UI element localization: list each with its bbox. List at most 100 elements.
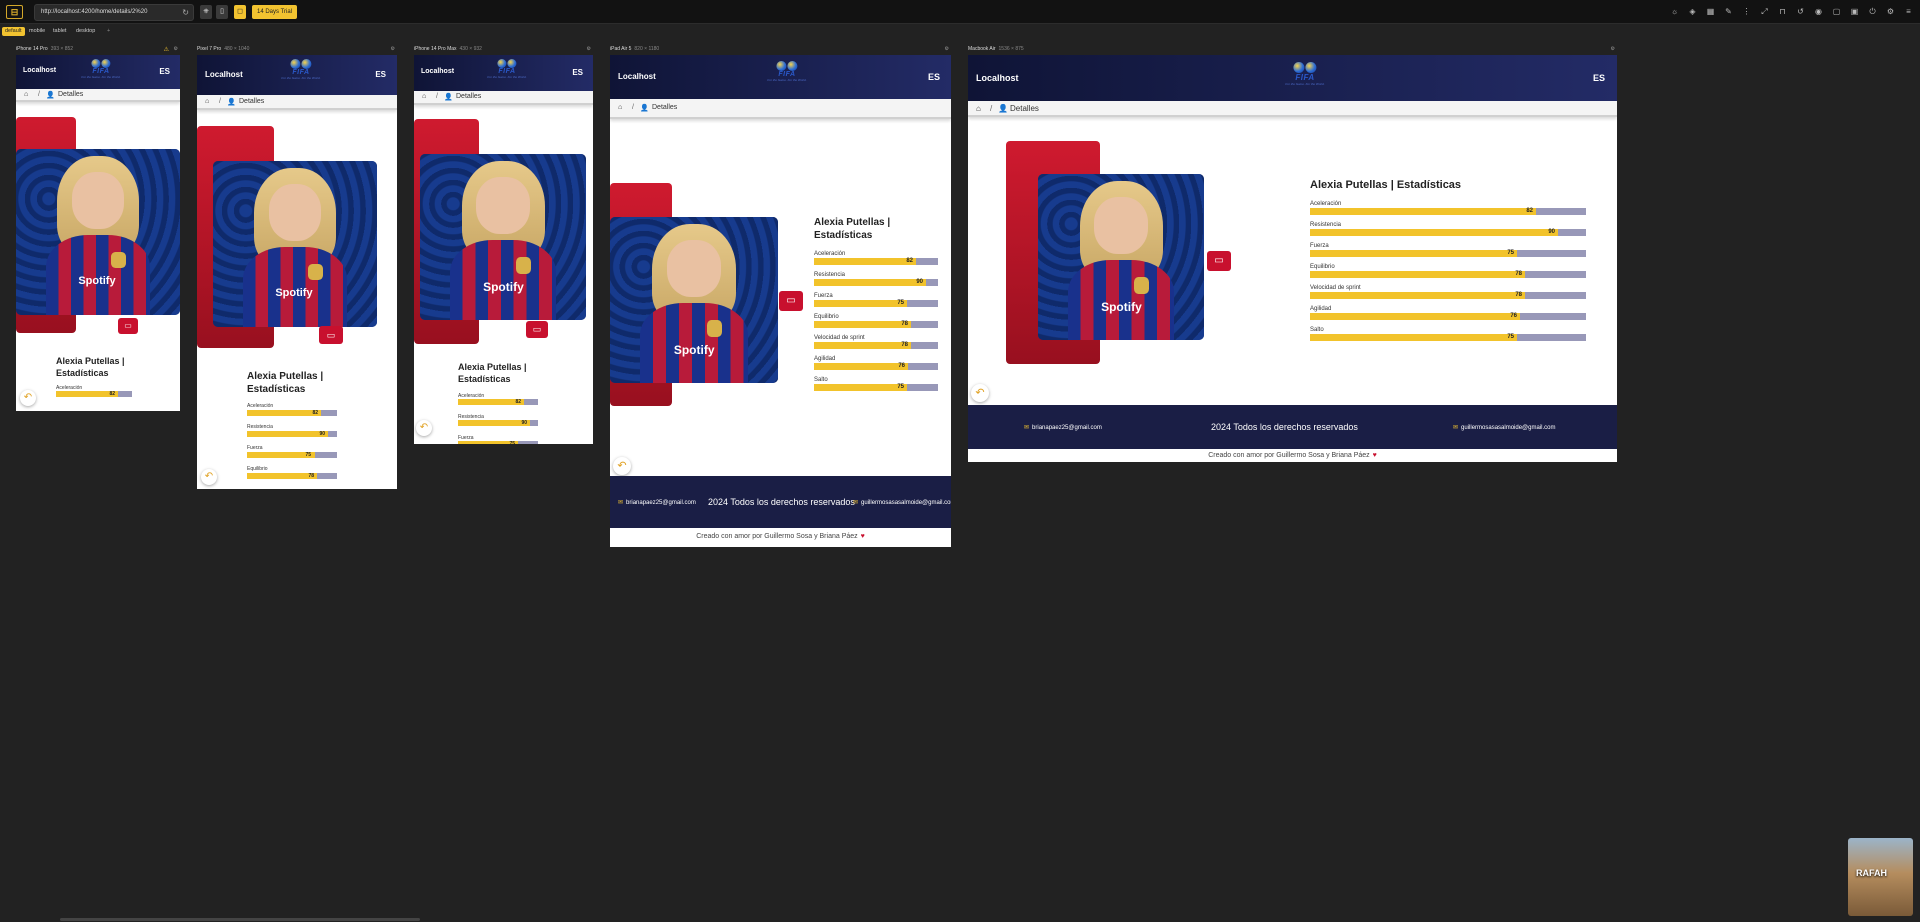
device-settings-icon[interactable]: ⚙ [391, 46, 395, 52]
sponsor-logo: Spotify [275, 287, 313, 300]
device-settings-icon[interactable]: ⚙ [174, 46, 178, 52]
warning-icon[interactable]: ⚠ [164, 46, 169, 53]
apps-icon[interactable]: ⋮ [1741, 6, 1752, 17]
app-logo-icon[interactable]: ⊟ [6, 5, 23, 19]
stat-bar: 90 [247, 431, 337, 437]
stat-label: Equilibrio [814, 314, 839, 320]
fifa-logo: FIFA For the Game. For the World. [767, 61, 807, 82]
fifa-logo: FIFA For the Game. For the World. [1285, 62, 1325, 86]
inspect-icon[interactable]: ⎈ [200, 5, 212, 19]
footer-email-2[interactable]: ✉ guillermosasasalmoide@gmail.com [853, 499, 951, 506]
expand-icon[interactable]: ⤢ [1759, 6, 1770, 17]
menu-icon[interactable]: ≡ [1903, 6, 1914, 17]
back-arrow-icon: ↶ [975, 387, 985, 399]
stat-bar: 78 [247, 473, 337, 479]
grid-icon[interactable]: ▦ [1705, 6, 1716, 17]
language-switch[interactable]: ES [1593, 73, 1605, 83]
camera-icon[interactable]: ◉ [1813, 6, 1824, 17]
brand-link[interactable]: Localhost [976, 73, 1019, 83]
thumbnail-image[interactable]: RAFAH [1848, 838, 1913, 916]
device-settings-icon[interactable]: ⚙ [587, 46, 591, 52]
home-icon[interactable]: ⌂ [205, 98, 209, 105]
player-face [71, 172, 125, 229]
mail-icon: ✉ [1453, 425, 1459, 431]
stats-title: Alexia Putellas | Estadísticas [814, 217, 891, 241]
reload-icon[interactable]: ↻ [182, 5, 189, 20]
save-icon[interactable]: ▣ [1849, 6, 1860, 17]
tab-tablet[interactable]: tablet [50, 27, 69, 36]
back-button[interactable]: ↶ [416, 420, 432, 436]
home-icon[interactable]: ⌂ [24, 91, 28, 98]
back-button[interactable]: ↶ [201, 469, 217, 485]
stat-row: Resistencia 90 [1310, 222, 1586, 236]
player-photo: Spotify [1038, 174, 1204, 340]
stat-bar: 76 [1310, 313, 1586, 320]
stat-value: 76 [898, 363, 905, 369]
stat-value: 90 [319, 431, 325, 437]
home-icon[interactable]: ⌂ [976, 104, 981, 113]
back-button[interactable]: ↶ [613, 457, 631, 475]
stat-label: Resistencia [1310, 222, 1342, 228]
device-settings-icon[interactable]: ⚙ [1611, 46, 1615, 52]
stat-bar: 78 [814, 321, 938, 328]
home-icon[interactable]: ⌂ [422, 93, 426, 100]
stat-value: 75 [897, 384, 904, 390]
stat-bar-fill [814, 384, 907, 391]
zoom-icon[interactable]: ▢ [1831, 6, 1842, 17]
video-button[interactable]: ▭ [526, 321, 548, 338]
footer-email-2[interactable]: ✉ guillermosasasalmoide@gmail.com [1453, 424, 1556, 431]
footer-email-1[interactable]: ✉ brianapaez25@gmail.com [1024, 424, 1102, 431]
globe-icon [507, 59, 517, 68]
club-crest-icon [308, 263, 324, 280]
video-button[interactable]: ▭ [779, 291, 803, 311]
horizontal-scrollbar[interactable] [60, 918, 420, 921]
stat-value: 78 [1515, 292, 1522, 298]
device-name: Pixel 7 Pro [197, 46, 222, 52]
stat-bar: 78 [1310, 292, 1586, 299]
footer-email-1[interactable]: ✉ brianapaez25@gmail.com [618, 499, 696, 506]
url-bar[interactable]: http://localhost:4200/home/details/2%20 ↻ [34, 4, 194, 21]
language-switch[interactable]: ES [928, 72, 940, 82]
back-button[interactable]: ↶ [20, 390, 36, 406]
video-button[interactable]: ▭ [1207, 251, 1231, 271]
add-tab-button[interactable]: + [104, 27, 113, 36]
stat-bar-fill [1310, 292, 1526, 299]
history-icon[interactable]: ↺ [1795, 6, 1806, 17]
tab-desktop[interactable]: desktop [73, 27, 98, 36]
brand-link[interactable]: Localhost [23, 67, 56, 74]
stat-label: Equilibrio [247, 466, 268, 472]
stats-title: Alexia Putellas | Estadísticas [247, 371, 324, 395]
stat-bar-fill [247, 473, 318, 479]
brand-link[interactable]: Localhost [421, 68, 454, 75]
device-settings-icon[interactable]: ⚙ [945, 46, 949, 52]
trial-badge[interactable]: 14 Days Trial [252, 5, 298, 19]
globe-icon [301, 59, 312, 69]
brand-link[interactable]: Localhost [205, 70, 243, 79]
back-button[interactable]: ↶ [971, 384, 989, 402]
language-switch[interactable]: ES [572, 68, 583, 77]
stat-bar: 90 [1310, 229, 1586, 236]
sun-icon[interactable]: ☼ [1669, 6, 1680, 17]
ruler-icon[interactable]: ✎ [1723, 6, 1734, 17]
device-icon[interactable]: ▯ [216, 5, 228, 19]
chat-icon[interactable]: ◻ [234, 5, 246, 19]
video-button[interactable]: ▭ [118, 318, 138, 334]
globe-icon [101, 59, 111, 68]
brand-link[interactable]: Localhost [618, 72, 656, 81]
tab-mobile[interactable]: mobile [26, 27, 48, 36]
stat-value: 82 [1526, 208, 1533, 214]
language-switch[interactable]: ES [375, 70, 386, 79]
tab-default[interactable]: default [2, 27, 25, 36]
power-icon[interactable]: ⏻ [1867, 6, 1878, 17]
lock-icon[interactable]: ⊓ [1777, 6, 1788, 17]
stat-bar: 75 [1310, 334, 1586, 341]
stat-row: Aceleración 82 [56, 385, 132, 397]
home-icon[interactable]: ⌂ [618, 104, 622, 111]
settings-icon[interactable]: ⚙ [1885, 6, 1896, 17]
video-button[interactable]: ▭ [319, 326, 343, 344]
device-label: Macbook Air 1536 × 875 [968, 46, 1024, 52]
breadcrumb-separator: / [632, 104, 634, 111]
layers-icon[interactable]: ◈ [1687, 6, 1698, 17]
stat-row: Agilidad 76 [814, 356, 938, 370]
language-switch[interactable]: ES [159, 67, 170, 76]
